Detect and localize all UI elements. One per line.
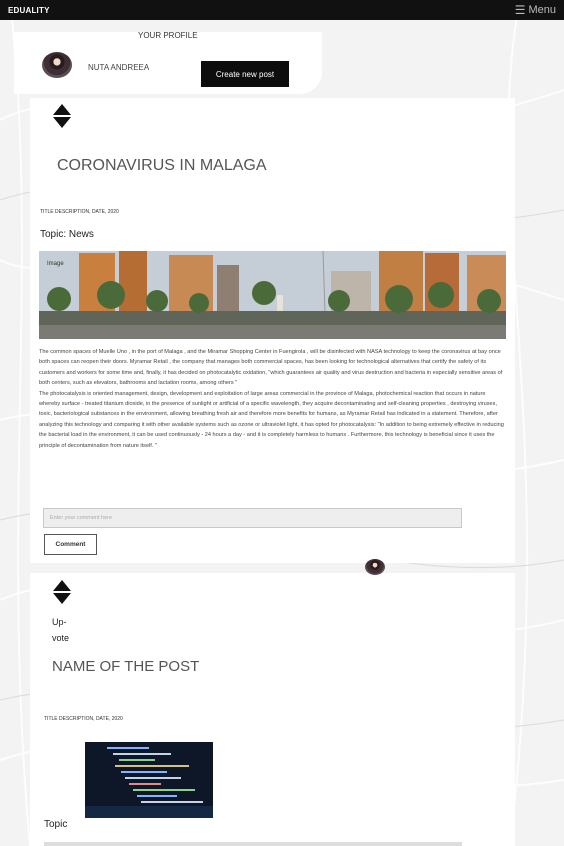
comment-button[interactable]: Comment [44,534,97,555]
post-body-paragraph: The common spaces of Muelle Uno , in the… [39,349,503,387]
menu-label: Menu [528,4,556,16]
post-description: TITLE DESCRIPTION, DATE, 2020 [40,209,119,215]
post-topic: Topic [44,819,68,830]
profile-title: YOUR PROFILE [138,31,198,40]
vote-control [53,104,71,128]
upvote-label: Up-vote [52,617,70,643]
brand-logo[interactable]: EDUALITY [8,6,50,15]
code-screen-illustration [85,742,213,818]
menu-button[interactable]: ☰ Menu [515,4,556,16]
post-body-paragraph: The photocatalysis is oriented managemen… [39,390,504,449]
comment-input-edge[interactable] [44,842,462,846]
post-image: Image [39,251,506,339]
post-image [85,742,213,818]
create-post-button[interactable]: Create new post [201,61,289,87]
hamburger-icon: ☰ [514,3,526,17]
vote-control [53,580,71,604]
avatar[interactable] [42,52,72,78]
downvote-arrow-icon[interactable] [53,117,71,128]
upvote-arrow-icon[interactable] [53,104,71,115]
image-label: Image [47,261,64,267]
post-title: NAME OF THE POST [52,658,200,675]
top-navbar: EDUALITY ☰ Menu [0,0,564,20]
downvote-arrow-icon[interactable] [53,593,71,604]
post-title: CORONAVIRUS IN MALAGA [57,157,267,174]
post-body: The common spaces of Muelle Uno , in the… [39,347,507,451]
comment-input[interactable] [43,508,462,528]
avatar[interactable] [365,559,385,575]
upvote-arrow-icon[interactable] [53,580,71,591]
post-image-illustration [39,251,506,339]
post-description: TITLE DESCRIPTION, DATE, 2020 [44,716,123,722]
profile-name: NUTA ANDREEA [88,63,150,72]
post-topic: Topic: News [40,229,94,240]
